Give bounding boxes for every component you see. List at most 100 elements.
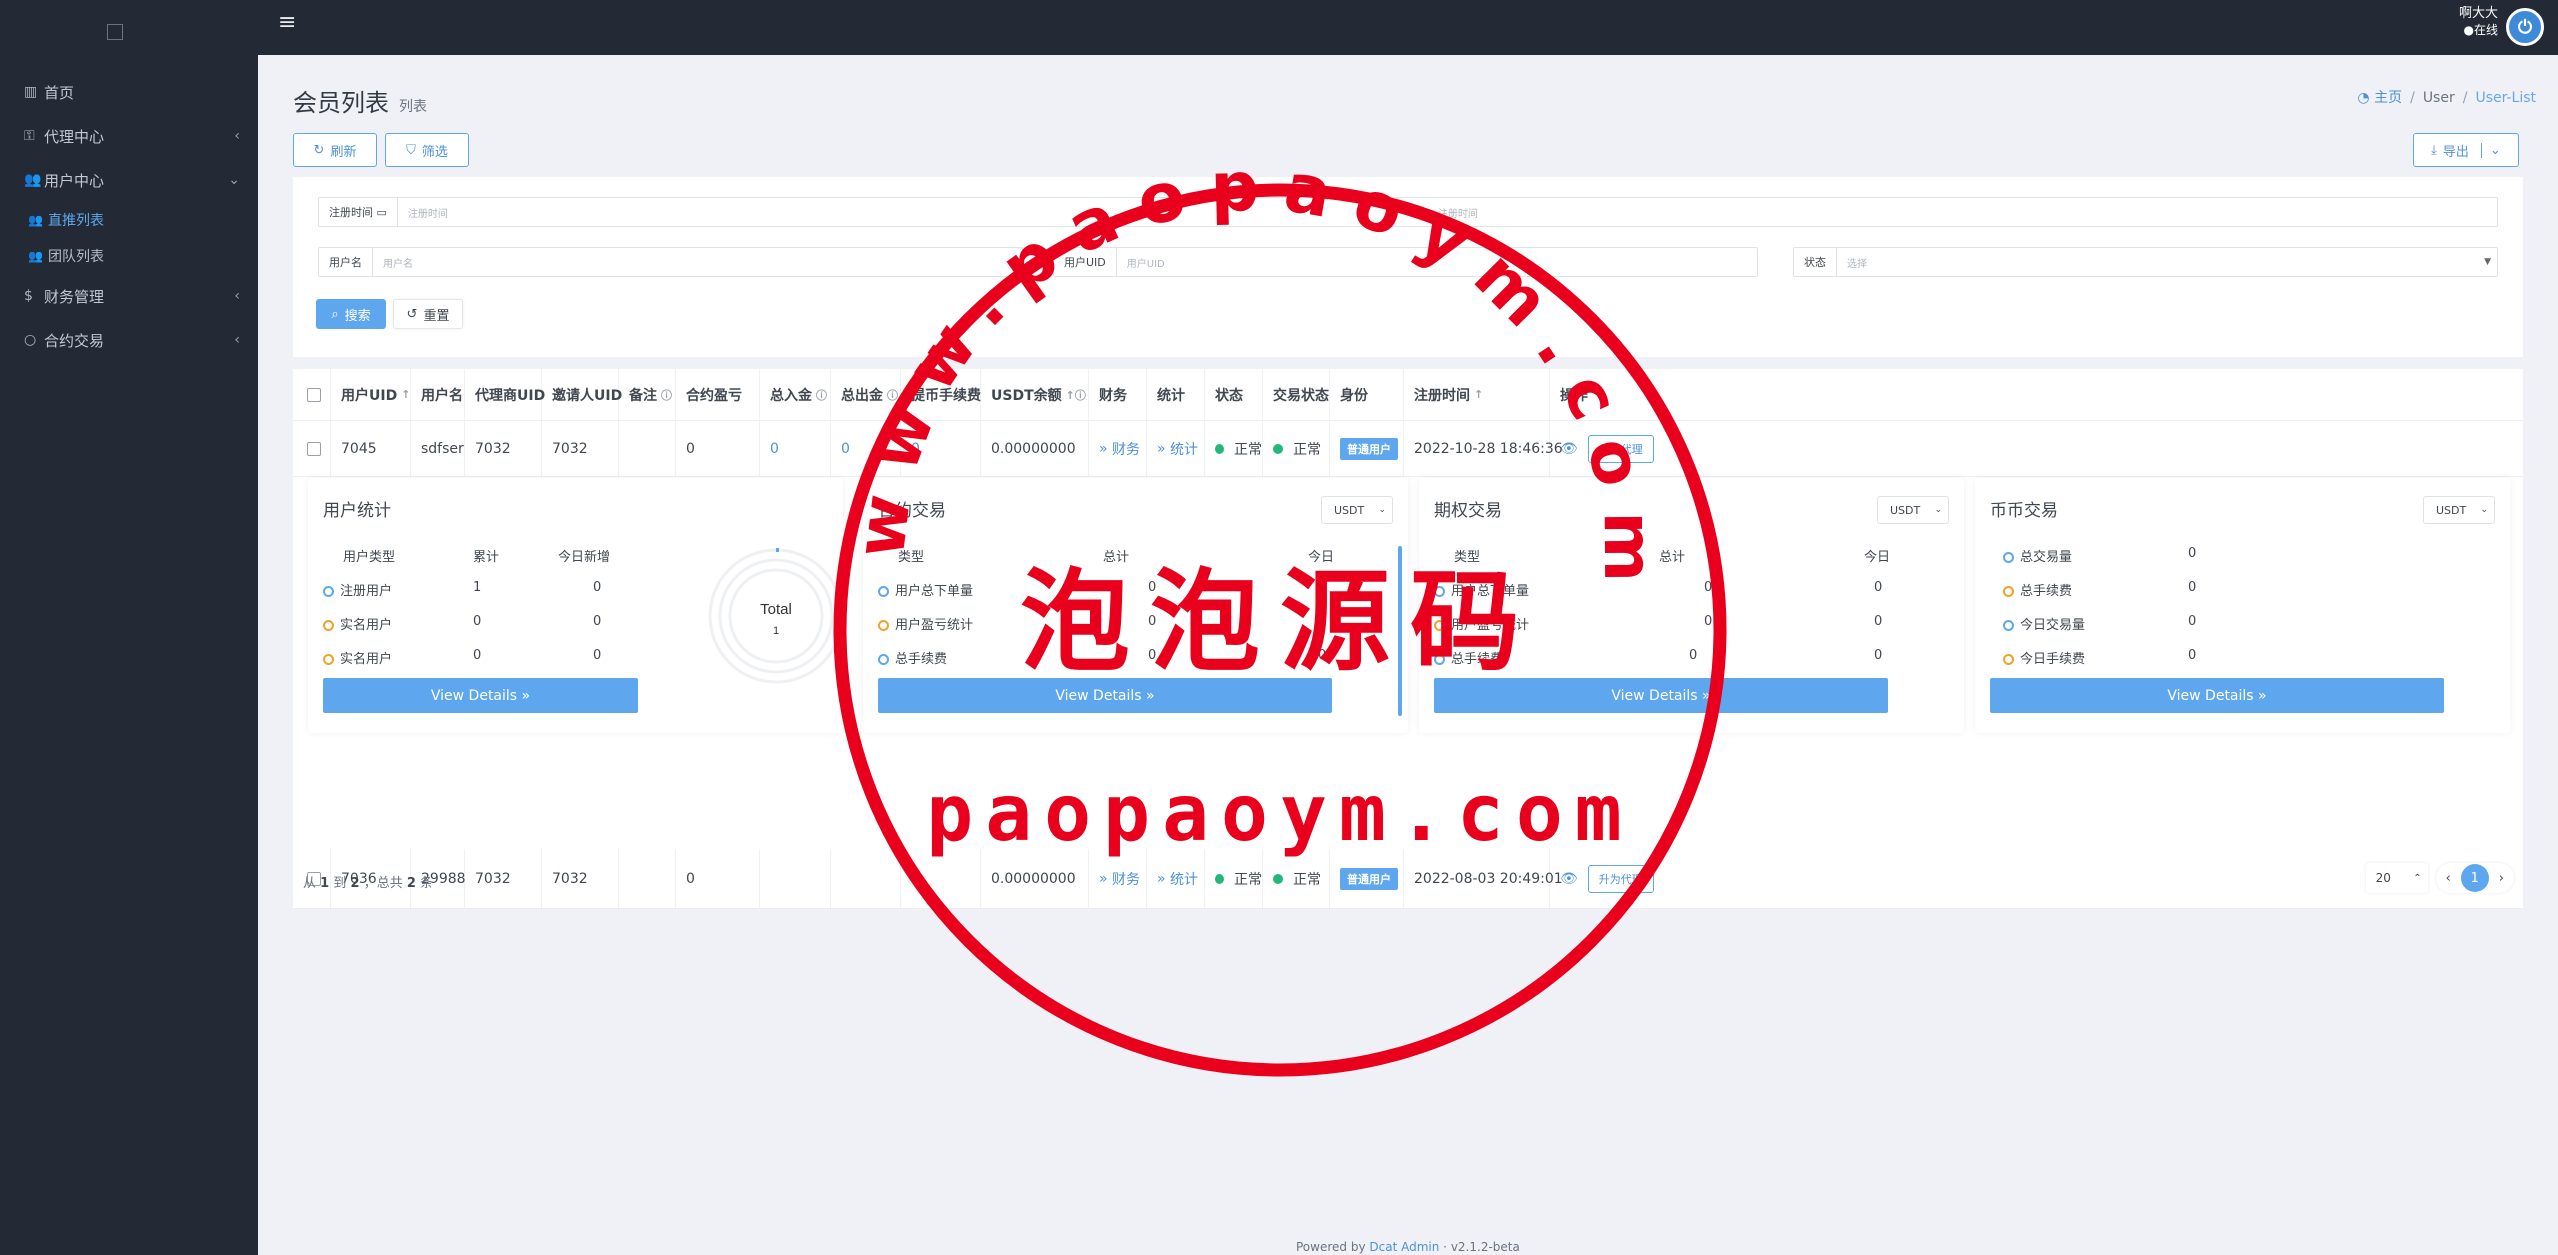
user-stats-card: 用户统计 用户类型 累计 今日新增 注册用户 1 0 实名用户 0 0 实名用户 0 0 Tot…: [308, 478, 844, 733]
user-name: 啊大大: [2458, 6, 2498, 21]
status-dot-icon: [1273, 873, 1283, 884]
search-icon: ⌕: [331, 306, 339, 322]
cell-fee-link[interactable]: 0: [901, 421, 981, 476]
reg-time-field[interactable]: 注册时间 ▭ 注册时间 注册时间: [318, 197, 2498, 227]
sidebar-item-agent[interactable]: ⚿ 代理中心 ‹: [0, 114, 258, 158]
breadcrumb: ◔ 主页 / User / User-List: [2357, 90, 2536, 106]
header-usdt[interactable]: USDT余额 ↑ⓘ: [981, 369, 1089, 420]
export-button[interactable]: ⤓ 导出 ⌄: [2413, 133, 2519, 167]
cell-username: sdfser: [411, 421, 465, 476]
users-icon: 👥: [28, 213, 43, 227]
menu-toggle-icon[interactable]: ≡: [278, 12, 296, 34]
data-table: 用户UID ↑ 用户名 代理商UID 邀请人UID 备注 ⓘ 合约盈亏 总入金 ⓘ 总…: [293, 369, 2523, 909]
double-chevron-icon: »: [1157, 870, 1171, 887]
card-title: 合约交易: [878, 501, 946, 521]
double-chevron-icon: »: [1099, 440, 1113, 457]
next-page-icon[interactable]: ›: [2499, 871, 2504, 886]
topbar: ≡ 啊大大 ●在线 ⏻: [258, 0, 2558, 55]
finance-link[interactable]: » 财务: [1089, 849, 1147, 908]
per-page-select[interactable]: 20 ⌃: [2365, 863, 2428, 893]
username-input[interactable]: 用户名 用户名: [318, 247, 1023, 277]
view-details-button[interactable]: View Details »: [878, 678, 1332, 713]
chevron-up-icon: ⌃: [2413, 872, 2422, 884]
circle-icon: [878, 654, 889, 665]
sidebar-item-team-list[interactable]: 👥 团队列表: [0, 238, 258, 274]
chevron-down-icon: ⌄: [2480, 505, 2488, 515]
table-header: 用户UID ↑ 用户名 代理商UID 邀请人UID 备注 ⓘ 合约盈亏 总入金 ⓘ 总…: [293, 369, 2523, 421]
caret-down-icon: ▼: [2484, 257, 2491, 267]
breadcrumb-user[interactable]: User: [2423, 90, 2455, 106]
breadcrumb-home[interactable]: ◔ 主页: [2357, 90, 2402, 106]
dashboard-icon: ◔: [2357, 90, 2370, 106]
refresh-button[interactable]: ↻ 刷新: [293, 133, 377, 167]
header-withdraw: 总出金 ⓘ: [831, 369, 901, 420]
header-uid[interactable]: 用户UID ↑: [331, 369, 411, 420]
filter-panel: 注册时间 ▭ 注册时间 注册时间 用户名 用户名 用户UID 用户UID 状态 …: [293, 177, 2523, 357]
list-item: 用户总下单量 0 0: [878, 580, 1326, 599]
cell-agent-uid: 7032: [465, 421, 542, 476]
dcat-admin-link[interactable]: Dcat Admin: [1369, 1240, 1439, 1254]
header-status: 状态: [1205, 369, 1263, 420]
view-details-button[interactable]: View Details »: [323, 678, 638, 713]
header-reg-time[interactable]: 注册时间 ↑: [1404, 369, 1550, 420]
currency-select[interactable]: USDT ⌄: [1321, 496, 1393, 524]
cell-pnl: 0: [676, 421, 760, 476]
page-title: 会员列表 列表: [293, 89, 427, 117]
help-icon: ⓘ: [887, 388, 898, 402]
filter-button[interactable]: ⛉ 筛选: [385, 133, 469, 167]
sidebar-item-contract[interactable]: ○ 合约交易 ‹: [0, 318, 258, 362]
finance-link[interactable]: » 财务: [1089, 421, 1147, 476]
cell-reg-time: 2022-10-28 18:46:36: [1404, 421, 1563, 476]
cell-pnl: 0: [676, 849, 760, 908]
sidebar-item-home[interactable]: ▥ 首页: [0, 70, 258, 114]
cell-fee-link[interactable]: [901, 849, 981, 908]
cell-withdraw-link[interactable]: [831, 849, 901, 908]
users-icon: 👥: [28, 249, 43, 263]
calendar-icon: ▭: [376, 205, 387, 219]
currency-select[interactable]: USDT ⌄: [1877, 496, 1949, 524]
list-item: 用户总下单量 0 0: [1434, 580, 1882, 599]
logo[interactable]: [0, 0, 258, 64]
stats-link[interactable]: » 统计: [1147, 421, 1205, 476]
sort-icon: ↑: [1474, 388, 1484, 401]
reset-button[interactable]: ↺ 重置: [393, 299, 463, 329]
eye-icon[interactable]: 👁: [1560, 871, 1578, 887]
uid-input[interactable]: 用户UID 用户UID: [1053, 247, 1758, 277]
stats-link[interactable]: » 统计: [1147, 849, 1205, 908]
view-details-button[interactable]: View Details »: [1434, 678, 1888, 713]
status-select[interactable]: 状态 选择 ▼: [1793, 247, 2498, 277]
list-item: 总交易量 0: [2003, 546, 2196, 565]
scrollbar[interactable]: [1398, 546, 1402, 716]
cell-usdt: 0.00000000: [981, 849, 1089, 908]
currency-select[interactable]: USDT ⌄: [2423, 496, 2495, 524]
cell-deposit-link[interactable]: 0: [760, 421, 831, 476]
list-item: 用户盈亏统计 0 0: [878, 614, 1326, 633]
cell-uid: 7045: [331, 421, 411, 476]
header-stats: 统计: [1147, 369, 1205, 420]
search-button[interactable]: ⌕ 搜索: [316, 299, 386, 329]
eye-icon[interactable]: 👁: [1560, 441, 1578, 457]
main-content: 会员列表 列表 ◔ 主页 / User / User-List ↻ 刷新 ⛉ 筛选 ⤓ 导出 ⌄ …: [258, 55, 2558, 1255]
select-all-checkbox[interactable]: [307, 387, 321, 402]
prev-page-icon[interactable]: ‹: [2446, 871, 2451, 886]
user-info[interactable]: 啊大大 ●在线: [2459, 6, 2498, 38]
page-current[interactable]: 1: [2460, 864, 2489, 892]
list-item: 实名用户 0 0: [323, 614, 601, 633]
cell-withdraw-link[interactable]: 0: [831, 421, 901, 476]
undo-icon: ↺: [406, 306, 418, 322]
sidebar-item-direct-list[interactable]: 👥 直推列表: [0, 202, 258, 238]
contract-card: 合约交易 USDT ⌄ 类型 总计 今日 用户总下单量 0 0 用户盈亏统计 0 0 总手续费…: [863, 478, 1408, 733]
cell-deposit-link[interactable]: [760, 849, 831, 908]
sidebar-item-users[interactable]: 👥 用户中心 ⌄: [0, 158, 258, 202]
row-checkbox[interactable]: [307, 441, 321, 456]
list-item: 总手续费 0 0: [1434, 648, 1882, 667]
view-details-button[interactable]: View Details »: [1990, 678, 2444, 713]
cell-remark: [619, 421, 676, 476]
promote-agent-button[interactable]: 升为代理: [1587, 864, 1654, 893]
promote-agent-button[interactable]: 升为代理: [1587, 434, 1654, 463]
filter-icon: ⛉: [406, 142, 416, 158]
avatar[interactable]: ⏻: [2506, 8, 2544, 46]
double-chevron-icon: »: [2258, 687, 2267, 704]
sidebar-item-finance[interactable]: $ 财务管理 ‹: [0, 274, 258, 318]
table-row: 7036 29988 7032 7032 0 0.00000000 » 财务 »…: [293, 849, 2523, 909]
